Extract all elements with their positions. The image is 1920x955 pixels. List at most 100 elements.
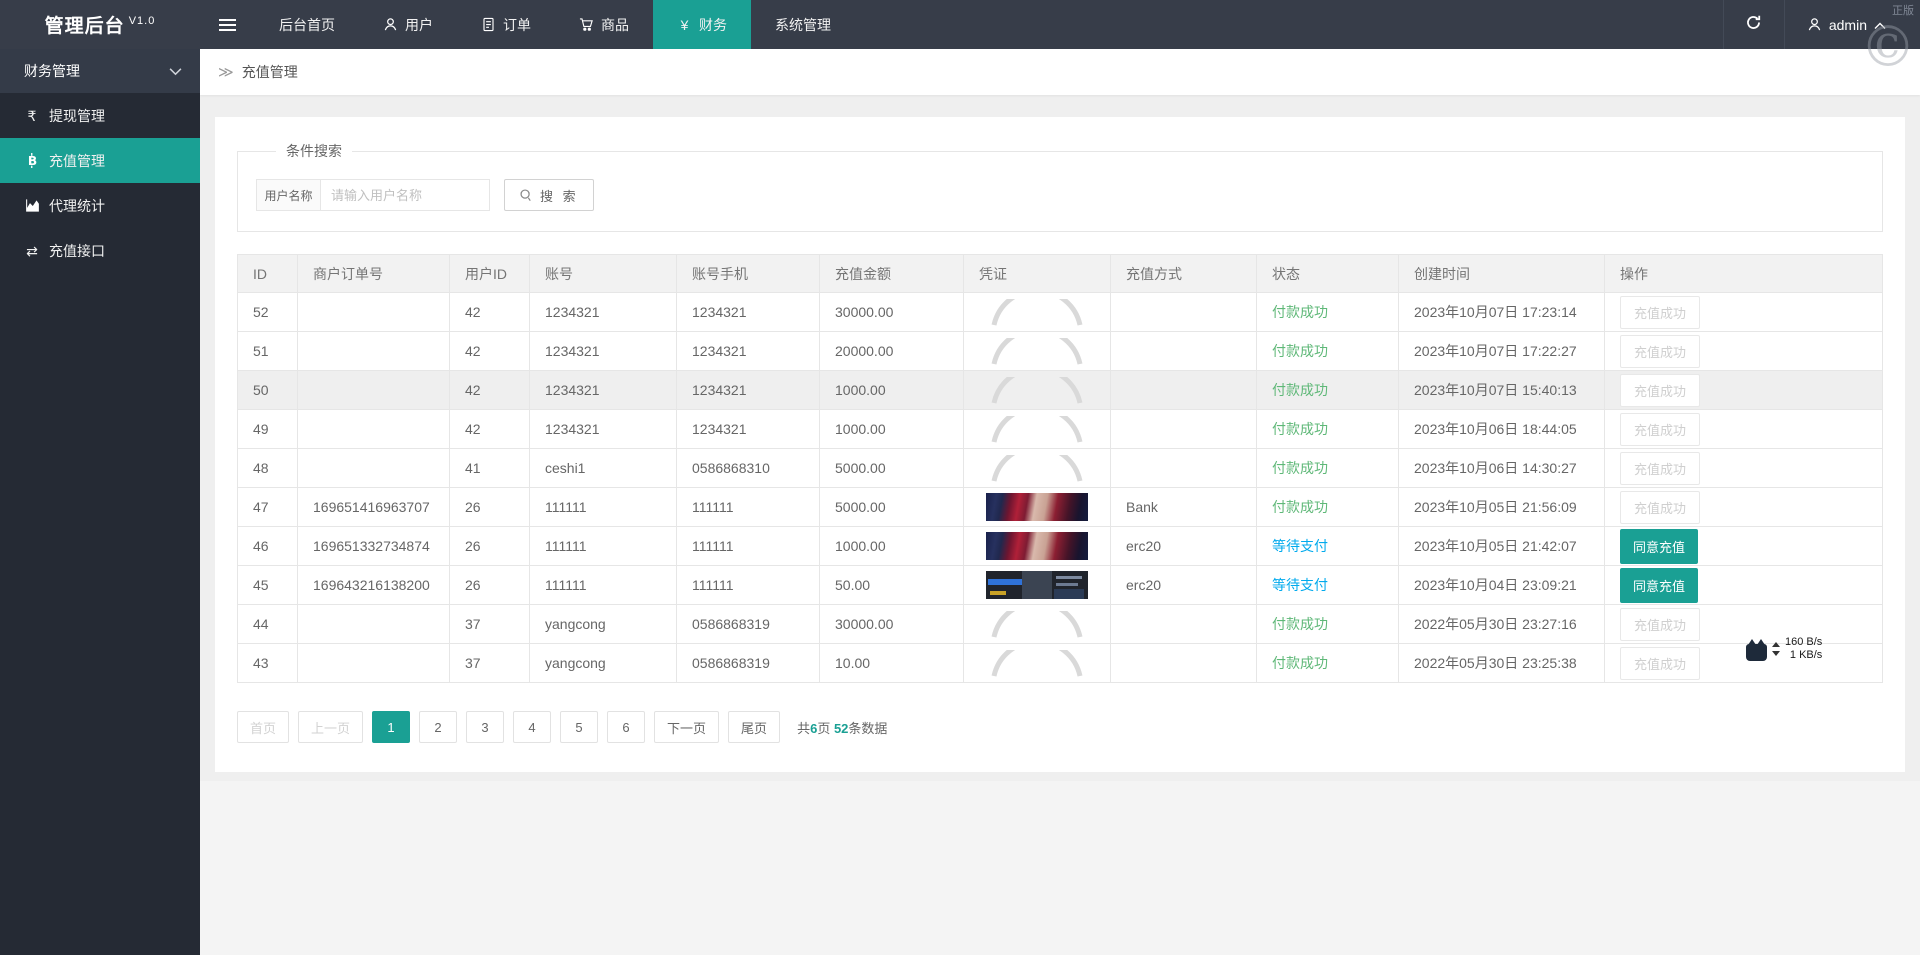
page-number-button-1[interactable]: 1 xyxy=(372,711,411,743)
sidebar-item-label: 充值管理 xyxy=(49,152,105,169)
recharge-done-button[interactable]: 充值成功 xyxy=(1620,646,1701,680)
nav-item-system[interactable]: 系统管理 xyxy=(751,0,855,49)
updown-arrows xyxy=(1772,642,1780,656)
cell-created: 2023年10月04日 23:09:21 xyxy=(1398,565,1605,605)
cat-icon xyxy=(1746,638,1767,661)
column-header: 操作 xyxy=(1604,254,1883,293)
recharge-done-button[interactable]: 充值成功 xyxy=(1620,295,1701,329)
cell-phone: 1234321 xyxy=(676,409,820,449)
sidebar-item-recharge-api[interactable]: ⇄ 充值接口 xyxy=(0,228,200,273)
nav-item-label: 系统管理 xyxy=(775,16,831,33)
nav-item-home[interactable]: 后台首页 xyxy=(255,0,359,49)
sidebar-toggle-button[interactable] xyxy=(200,0,255,49)
cell-voucher xyxy=(963,604,1111,644)
sidebar-group-finance[interactable]: 财务管理 xyxy=(0,49,200,93)
content-card: 条件搜索 用户名称 搜 索 xyxy=(215,117,1905,772)
recharge-done-button[interactable]: 充值成功 xyxy=(1620,490,1701,524)
nav-item-finance[interactable]: ¥ 财务 xyxy=(653,0,751,49)
voucher-thumbnail[interactable] xyxy=(986,493,1088,521)
page-number-button-4[interactable]: 4 xyxy=(513,711,552,743)
cell-method xyxy=(1110,370,1257,410)
approve-recharge-button[interactable]: 同意充值 xyxy=(1620,567,1699,603)
refresh-button[interactable] xyxy=(1722,0,1785,49)
yen-icon: ¥ xyxy=(680,16,689,33)
cell-user-id: 37 xyxy=(449,643,530,683)
recharge-done-button[interactable]: 充值成功 xyxy=(1620,334,1701,368)
recharge-done-button[interactable]: 充值成功 xyxy=(1620,607,1701,641)
table-row: 52 42 1234321 1234321 30000.00 付款成功 2023年10月07… xyxy=(237,292,1883,332)
main-nav: 后台首页 用户 订单 商品 ¥ 财务 系统管理 xyxy=(255,0,855,49)
sidebar: 财务管理 ₹ 提现管理 B 充值管理代理统计 ⇄ 充值接口 xyxy=(0,49,200,955)
cell-method xyxy=(1110,331,1257,371)
nav-item-label: 用户 xyxy=(405,16,433,33)
cell-order-no: 169651416963707 xyxy=(297,487,450,527)
sidebar-item-recharge-management[interactable]: B 充值管理 xyxy=(0,138,200,183)
page-number-button-2[interactable]: 2 xyxy=(419,711,458,743)
broken-image-placeholder xyxy=(989,415,1085,443)
column-header: ID xyxy=(237,254,298,293)
app-logo: 管理后台 V1.0 xyxy=(0,0,200,49)
search-button[interactable]: 搜 索 xyxy=(504,179,594,211)
cell-created: 2023年10月07日 17:23:14 xyxy=(1398,292,1605,332)
cell-status: 付款成功 xyxy=(1256,643,1399,683)
breadcrumb-separator-icon: ≫ xyxy=(218,64,234,81)
cell-created: 2023年10月06日 14:30:27 xyxy=(1398,448,1605,488)
cell-phone: 0586868310 xyxy=(676,448,820,488)
cell-created: 2022年05月30日 23:25:38 xyxy=(1398,643,1605,683)
page-number-button-3[interactable]: 3 xyxy=(466,711,505,743)
status-badge: 付款成功 xyxy=(1272,616,1328,632)
username-search-input[interactable] xyxy=(320,179,490,211)
approve-recharge-button[interactable]: 同意充值 xyxy=(1620,528,1699,564)
user-icon xyxy=(383,17,398,32)
cell-voucher xyxy=(963,448,1111,488)
recharge-done-button[interactable]: 充值成功 xyxy=(1620,412,1701,446)
nav-item-label: 订单 xyxy=(503,16,531,33)
cell-action: 充值成功 xyxy=(1604,604,1883,644)
cell-voucher xyxy=(963,565,1111,605)
sidebar-item-withdraw-management[interactable]: ₹ 提现管理 xyxy=(0,93,200,138)
next-page-button[interactable]: 下一页 xyxy=(654,711,720,743)
cell-method xyxy=(1110,604,1257,644)
status-badge: 等待支付 xyxy=(1272,538,1328,554)
nav-item-label: 商品 xyxy=(601,16,629,33)
bitcoin-icon: B xyxy=(24,153,40,169)
broken-image-placeholder xyxy=(989,649,1085,677)
voucher-thumbnail[interactable] xyxy=(986,532,1088,560)
cell-action: 充值成功 xyxy=(1604,487,1883,527)
voucher-thumbnail[interactable] xyxy=(986,571,1088,599)
cell-order-no xyxy=(297,409,450,449)
hamburger-icon xyxy=(219,16,236,34)
cell-status: 付款成功 xyxy=(1256,448,1399,488)
recharge-done-button[interactable]: 充值成功 xyxy=(1620,451,1701,485)
nav-item-orders[interactable]: 订单 xyxy=(457,0,555,49)
upload-speed: 160 B/s xyxy=(1785,636,1823,648)
cell-created: 2023年10月06日 18:44:05 xyxy=(1398,409,1605,449)
recharge-done-button[interactable]: 充值成功 xyxy=(1620,373,1701,407)
main-area: ≫ 充值管理 条件搜索 用户名称 搜 索 xyxy=(200,49,1920,955)
username-field-label: 用户名称 xyxy=(256,179,320,211)
cell-method xyxy=(1110,292,1257,332)
cell-amount: 30000.00 xyxy=(819,604,964,644)
rupee-icon: ₹ xyxy=(27,107,37,124)
sidebar-item-agent-statistics[interactable]: 代理统计 xyxy=(0,183,200,228)
search-legend: 条件搜索 xyxy=(286,143,342,159)
nav-item-users[interactable]: 用户 xyxy=(359,0,457,49)
cell-status: 付款成功 xyxy=(1256,604,1399,644)
cell-user-id: 42 xyxy=(449,331,530,371)
table-row: 43 37 yangcong 0586868319 10.00 付款成功 2022年05月3… xyxy=(237,643,1883,683)
table-row: 45 169643216138200 26 111111 111111 50.00 erc2… xyxy=(237,565,1883,605)
last-page-button[interactable]: 尾页 xyxy=(728,711,781,743)
cell-account: ceshi1 xyxy=(529,448,677,488)
cell-order-no xyxy=(297,331,450,371)
page-number-button-5[interactable]: 5 xyxy=(560,711,599,743)
cell-method xyxy=(1110,643,1257,683)
pagination: 首页 上一页 1 2 3 4 5 6 下一页 尾页 共6页 52条数据 xyxy=(237,711,1883,743)
cell-id: 47 xyxy=(237,487,298,527)
nav-item-goods[interactable]: 商品 xyxy=(555,0,653,49)
status-badge: 付款成功 xyxy=(1272,460,1328,476)
content-wrapper: 条件搜索 用户名称 搜 索 xyxy=(200,95,1920,781)
cell-phone: 1234321 xyxy=(676,370,820,410)
page-number-button-6[interactable]: 6 xyxy=(607,711,646,743)
svg-text:B: B xyxy=(27,154,36,168)
cell-account: 1234321 xyxy=(529,331,677,371)
